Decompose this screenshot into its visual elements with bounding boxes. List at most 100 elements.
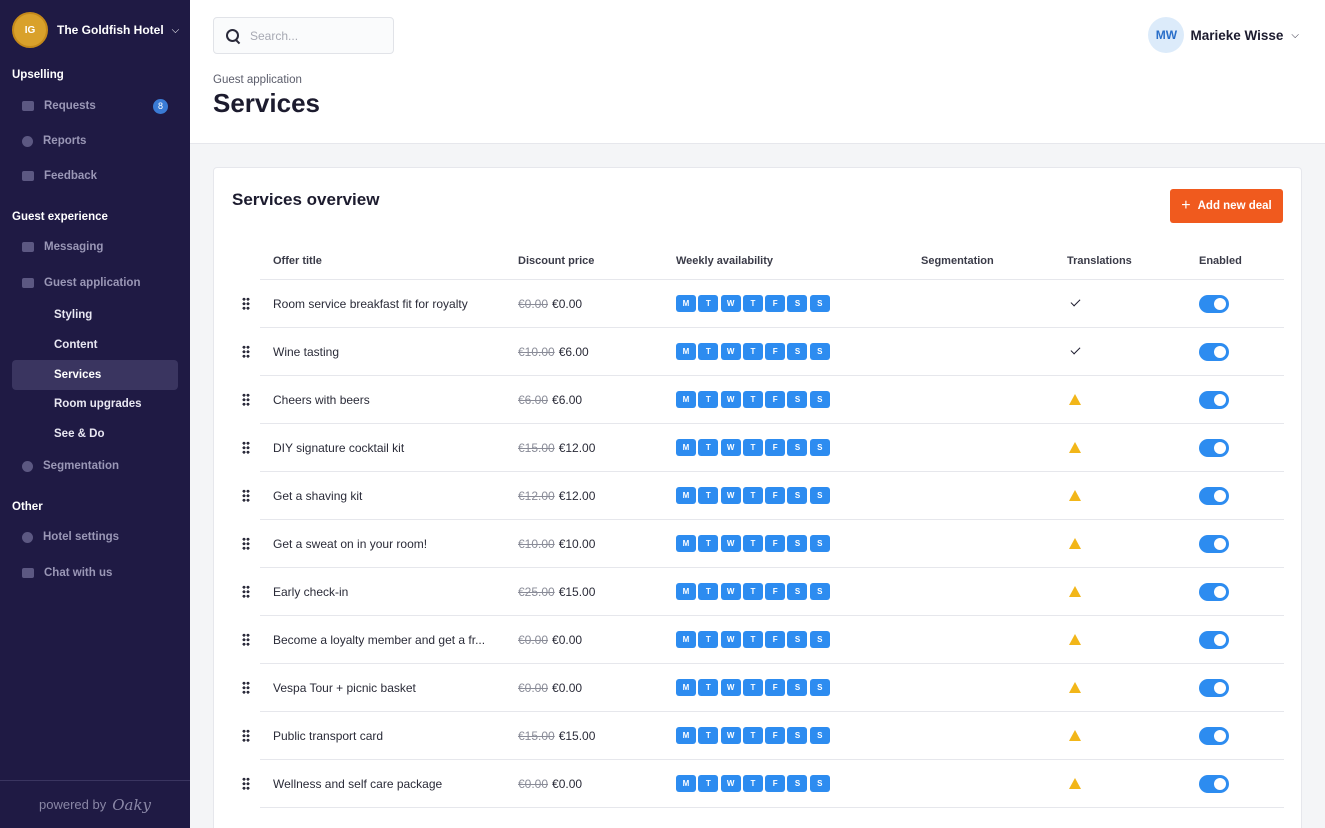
day-chip[interactable]: F [765,487,786,504]
enabled-toggle[interactable] [1199,631,1229,649]
table-row[interactable]: Cheers with beers €6.00 €6.00 M T W T F S S [214,376,1303,424]
day-chip[interactable]: M [676,631,696,648]
enabled-toggle[interactable] [1199,487,1229,505]
day-chip[interactable]: S [787,343,808,360]
hotel-switcher[interactable]: IG The Goldfish Hotel ⌵ [12,12,179,48]
day-chip[interactable]: S [787,535,808,552]
day-chip[interactable]: T [742,487,763,504]
day-chip[interactable]: S [809,535,830,552]
day-chip[interactable]: T [742,727,763,744]
day-chip[interactable]: W [720,295,741,312]
day-chip[interactable]: S [809,631,830,648]
offer-title[interactable]: Wellness and self care package [273,777,489,791]
day-chip[interactable]: S [787,439,808,456]
table-row[interactable]: Get a shaving kit €12.00 €12.00 M T W T F S S [214,472,1303,520]
day-chip[interactable]: F [765,391,786,408]
day-chip[interactable]: M [676,583,696,600]
day-chip[interactable]: T [698,295,719,312]
day-chip[interactable]: T [742,775,763,792]
offer-title[interactable]: DIY signature cocktail kit [273,441,489,455]
table-row[interactable]: Wine tasting €10.00 €6.00 M T W T F S S [214,328,1303,376]
drag-handle-icon[interactable] [242,729,250,742]
day-chip[interactable]: S [787,487,808,504]
search-box[interactable] [213,17,394,54]
drag-handle-icon[interactable] [242,633,250,646]
day-chip[interactable]: S [809,487,830,504]
day-chip[interactable]: T [742,679,763,696]
enabled-toggle[interactable] [1199,679,1229,697]
day-chip[interactable]: W [720,583,741,600]
table-row[interactable]: Wellness and self care package €0.00 €0.00… [214,760,1303,808]
day-chip[interactable]: M [676,535,696,552]
enabled-toggle[interactable] [1199,775,1229,793]
sidebar-item-reports[interactable]: Reports [12,126,178,156]
offer-title[interactable]: Vespa Tour + picnic basket [273,681,489,695]
day-chip[interactable]: M [676,295,696,312]
day-chip[interactable]: T [698,343,719,360]
enabled-toggle[interactable] [1199,343,1229,361]
day-chip[interactable]: F [765,583,786,600]
day-chip[interactable]: F [765,535,786,552]
day-chip[interactable]: T [742,343,763,360]
day-chip[interactable]: T [742,631,763,648]
day-chip[interactable]: S [809,583,830,600]
day-chip[interactable]: T [698,487,719,504]
user-menu[interactable]: MW Marieke Wisse ⌵ [1148,17,1299,53]
day-chip[interactable]: M [676,343,696,360]
day-chip[interactable]: T [698,631,719,648]
day-chip[interactable]: M [676,775,696,792]
day-chip[interactable]: T [742,583,763,600]
table-row[interactable]: Vespa Tour + picnic basket €0.00 €0.00 M T W T… [214,664,1303,712]
day-chip[interactable]: S [787,775,808,792]
offer-title[interactable]: Public transport card [273,729,489,743]
enabled-toggle[interactable] [1199,391,1229,409]
offer-title[interactable]: Cheers with beers [273,393,489,407]
add-new-deal-button[interactable]: + Add new deal [1170,189,1283,223]
day-chip[interactable]: F [765,439,786,456]
drag-handle-icon[interactable] [242,537,250,550]
sidebar-subitem-see-and-do[interactable]: See & Do [12,419,178,449]
day-chip[interactable]: S [787,679,808,696]
day-chip[interactable]: M [676,487,696,504]
day-chip[interactable]: F [765,631,786,648]
day-chip[interactable]: F [765,679,786,696]
table-row[interactable]: DIY signature cocktail kit €15.00 €12.00 M T… [214,424,1303,472]
sidebar-subitem-content[interactable]: Content [12,330,178,360]
day-chip[interactable]: T [742,295,763,312]
day-chip[interactable]: T [698,583,719,600]
enabled-toggle[interactable] [1199,295,1229,313]
drag-handle-icon[interactable] [242,777,250,790]
sidebar-subitem-styling[interactable]: Styling [12,300,178,330]
day-chip[interactable]: W [720,535,741,552]
offer-title[interactable]: Early check-in [273,585,489,599]
sidebar-item-hotel-settings[interactable]: Hotel settings [12,522,178,552]
day-chip[interactable]: T [698,727,719,744]
drag-handle-icon[interactable] [242,585,250,598]
enabled-toggle[interactable] [1199,727,1229,745]
table-row[interactable]: Get a sweat on in your room! €10.00 €10.00… [214,520,1303,568]
day-chip[interactable]: W [720,439,741,456]
sidebar-subitem-services[interactable]: Services [12,360,178,390]
drag-handle-icon[interactable] [242,489,250,502]
day-chip[interactable]: M [676,679,696,696]
day-chip[interactable]: F [765,295,786,312]
day-chip[interactable]: S [809,439,830,456]
day-chip[interactable]: S [809,727,830,744]
day-chip[interactable]: F [765,343,786,360]
drag-handle-icon[interactable] [242,297,250,310]
day-chip[interactable]: S [809,391,830,408]
day-chip[interactable]: F [765,727,786,744]
enabled-toggle[interactable] [1199,439,1229,457]
offer-title[interactable]: Get a shaving kit [273,489,489,503]
sidebar-item-segmentation[interactable]: Segmentation [12,451,178,481]
day-chip[interactable]: T [742,535,763,552]
sidebar-item-requests[interactable]: Requests 8 [12,91,178,121]
breadcrumb[interactable]: Guest application [213,74,302,86]
drag-handle-icon[interactable] [242,441,250,454]
enabled-toggle[interactable] [1199,583,1229,601]
table-row[interactable]: Become a loyalty member and get a fr... €… [214,616,1303,664]
day-chip[interactable]: W [720,679,741,696]
table-row[interactable]: Room service breakfast fit for royalty €0… [214,280,1303,328]
day-chip[interactable]: S [787,583,808,600]
day-chip[interactable]: S [787,391,808,408]
